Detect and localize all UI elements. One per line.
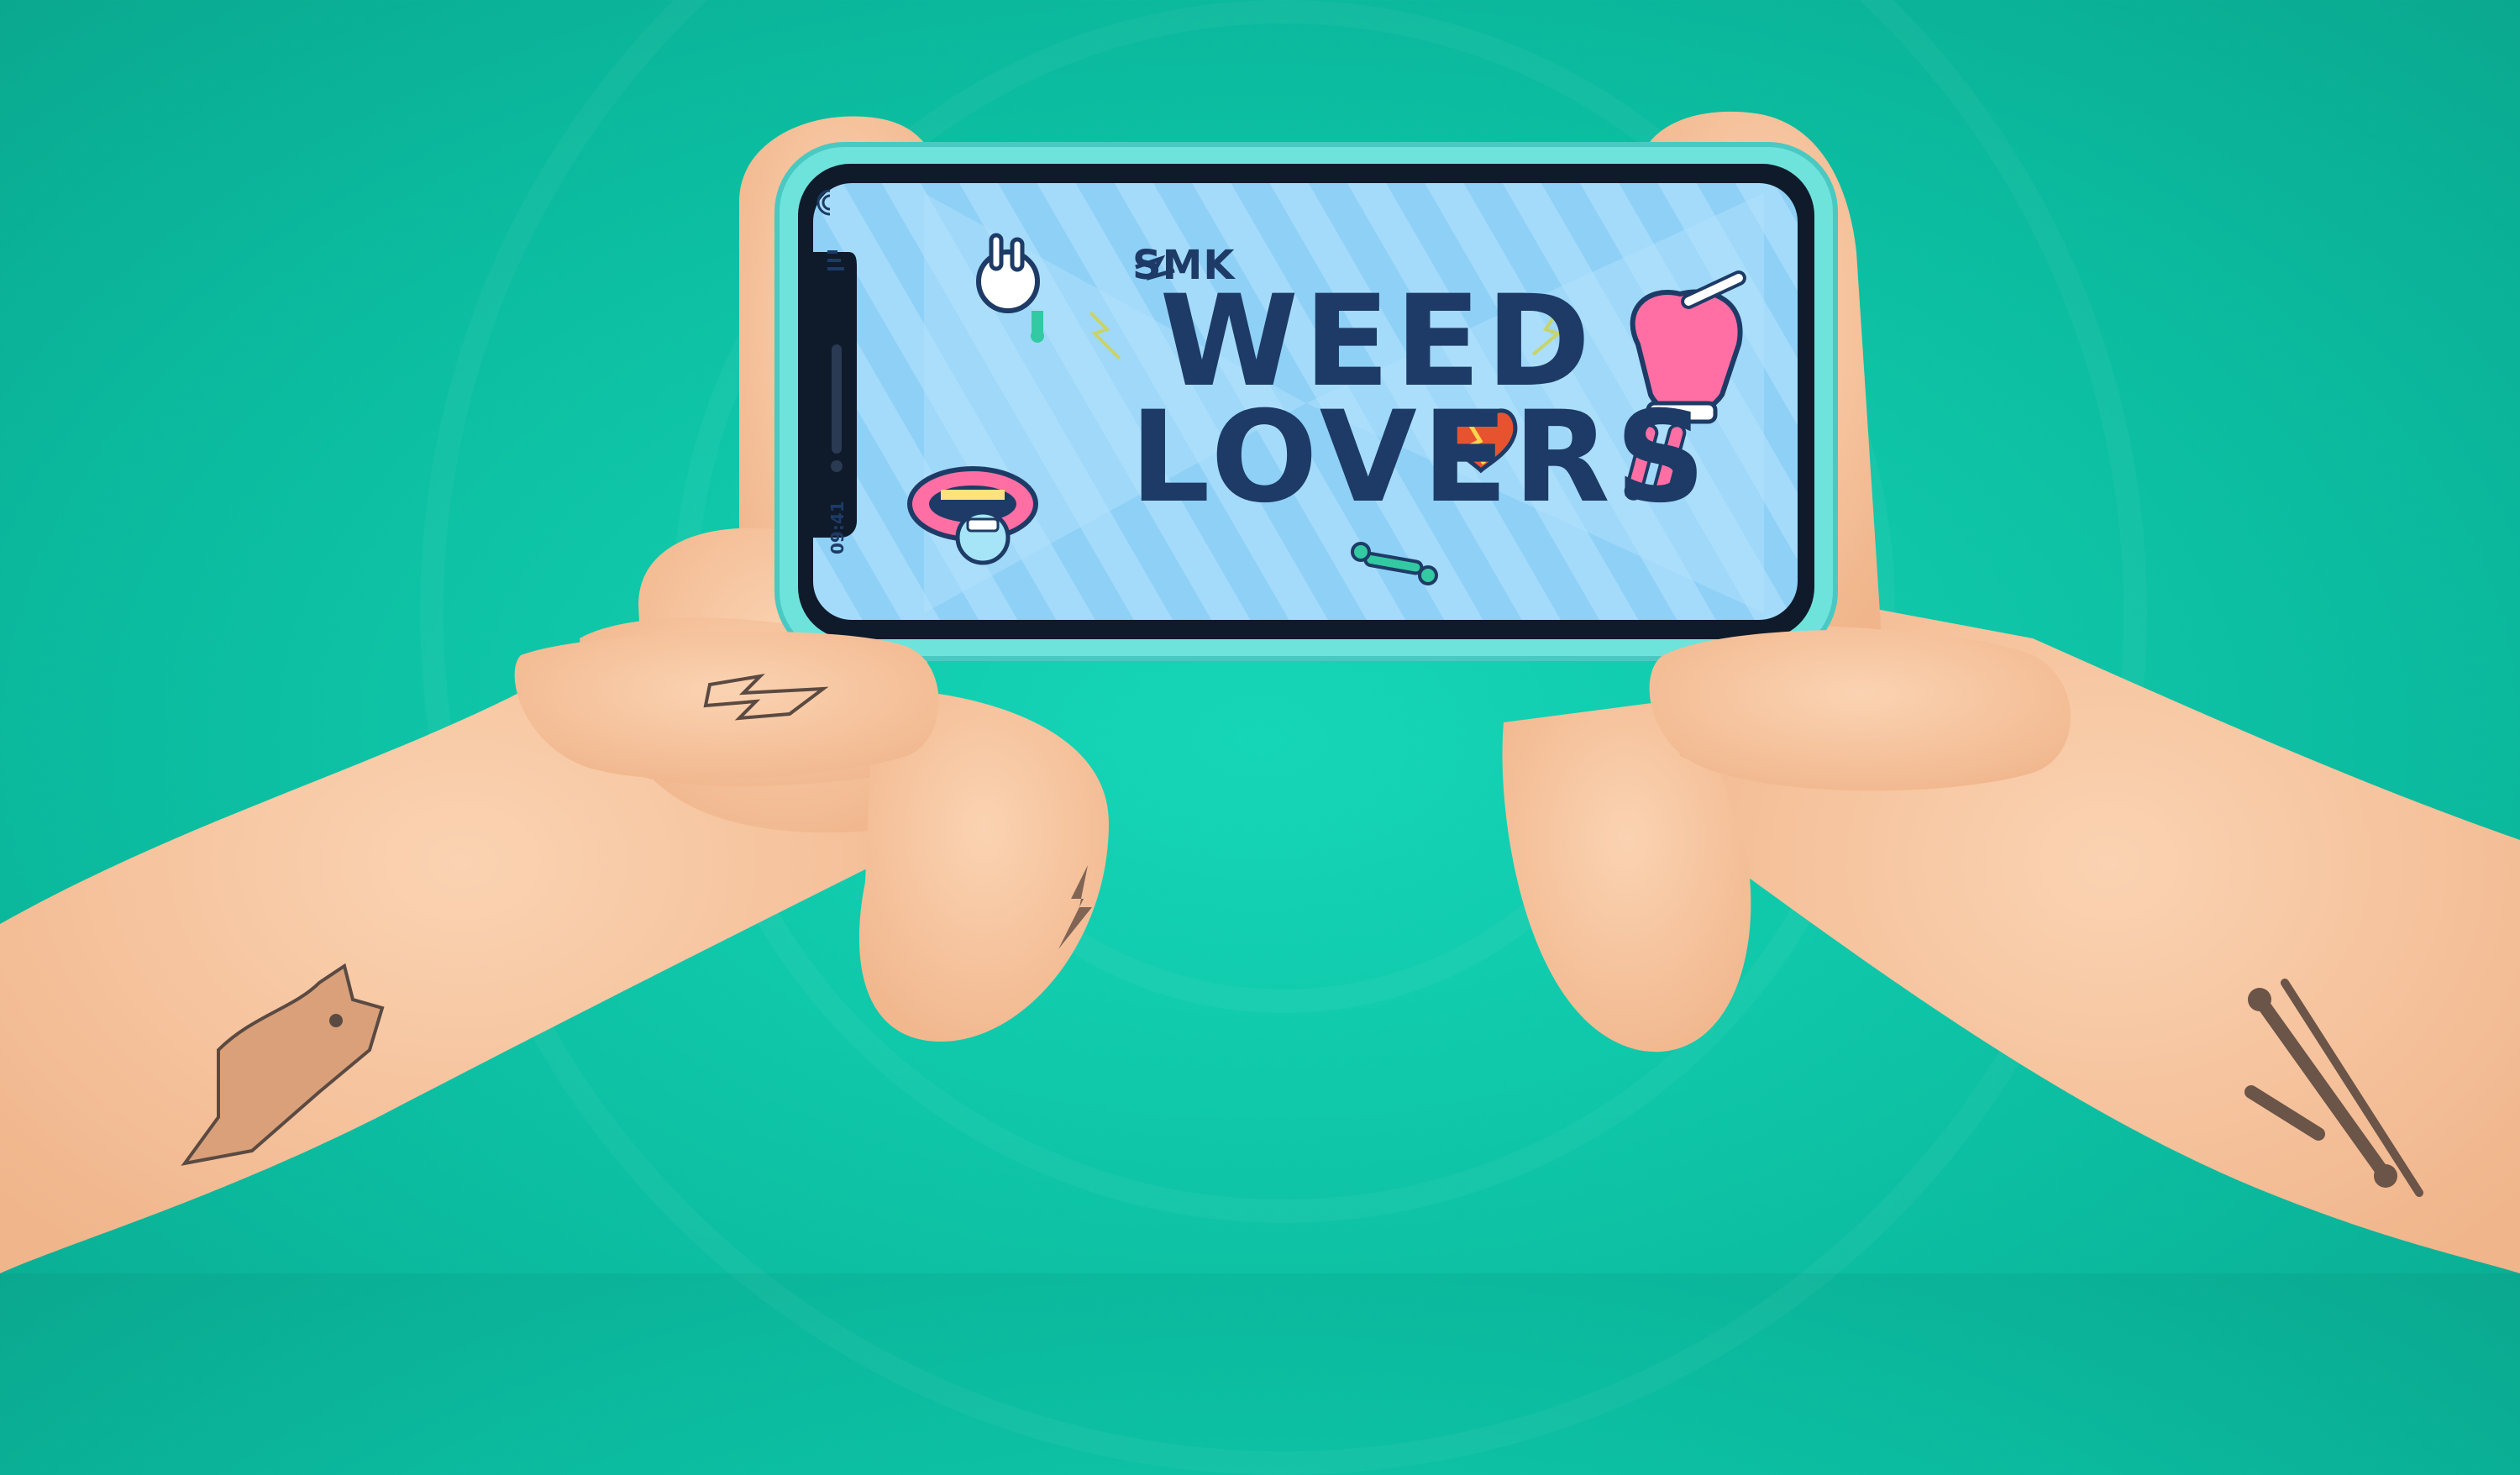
hands-holding-phone-illustration — [0, 111, 2520, 1273]
left-index-finger — [514, 631, 939, 780]
status-clock: 09:41 — [827, 501, 848, 554]
title-line-2: LOVERS — [1130, 385, 1711, 531]
right-index-finger — [1649, 630, 2071, 791]
